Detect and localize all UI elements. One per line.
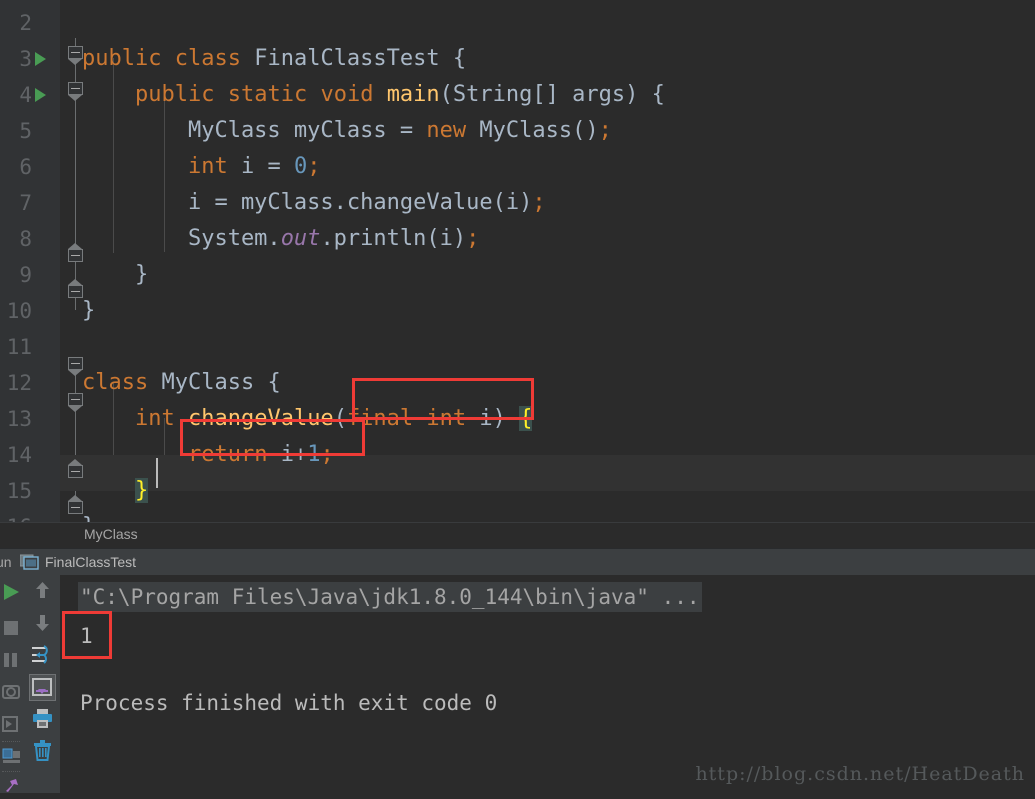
line-number-5: 5 — [19, 119, 32, 143]
code-line-15[interactable]: } — [82, 473, 149, 509]
toolbar-divider-2 — [2, 771, 20, 772]
run-tab-finalclasstest[interactable]: FinalClassTest — [45, 554, 136, 570]
fold-spine-main — [75, 38, 76, 310]
trash-icon[interactable] — [32, 740, 53, 765]
code-line-7[interactable]: i = myClass.changeValue(i); — [82, 185, 546, 221]
pin-icon[interactable] — [2, 777, 22, 799]
print-icon[interactable] — [32, 708, 53, 733]
soft-wrap-icon[interactable] — [31, 644, 54, 669]
line-number-12: 12 — [6, 371, 32, 395]
return-statement-box — [180, 419, 365, 456]
line-number-8: 8 — [19, 227, 32, 251]
line-number-10: 10 — [6, 299, 32, 323]
code-line-6[interactable]: int i = 0; — [82, 149, 320, 185]
final-int-param-box — [352, 378, 534, 420]
line-number-16: 16 — [0, 509, 32, 522]
code-line-12[interactable]: class MyClass { — [82, 365, 281, 401]
line-number-3: 3 — [19, 47, 32, 71]
fold-marker-line10[interactable] — [68, 279, 83, 298]
code-line-3[interactable]: public class FinalClassTest { — [82, 41, 466, 77]
line-number-6: 6 — [19, 155, 32, 179]
fold-marker-line16[interactable] — [68, 495, 83, 514]
run-toolwindow-label: un — [0, 554, 12, 570]
line-number-11: 11 — [6, 335, 32, 359]
stop-icon[interactable] — [2, 619, 22, 641]
console-command-line: "C:\Program Files\Java\jdk1.8.0_144\bin\… — [78, 582, 702, 612]
gutter-divider — [60, 0, 63, 522]
rerun-icon[interactable] — [2, 583, 22, 605]
fold-marker-line12[interactable] — [68, 357, 83, 376]
resume-icon[interactable] — [2, 715, 22, 737]
run-gutter-icon-line-4[interactable] — [35, 88, 46, 102]
line-number-7: 7 — [19, 191, 32, 215]
scroll-to-end-icon[interactable] — [29, 674, 56, 701]
fold-marker-line15[interactable] — [68, 459, 83, 478]
code-editor[interactable]: 2 3 public class FinalClassTest { 4 public … — [0, 0, 1035, 522]
pause-icon[interactable] — [2, 651, 22, 673]
run-actions-toolbar[interactable] — [0, 575, 25, 793]
code-line-5[interactable]: MyClass myClass = new MyClass(); — [82, 113, 612, 149]
breadcrumb-bar[interactable]: MyClass — [0, 522, 1035, 549]
code-line-9[interactable]: } — [82, 257, 148, 293]
dump-threads-icon[interactable] — [2, 683, 22, 705]
console-exit-message: Process finished with exit code 0 — [80, 691, 498, 715]
text-caret — [156, 458, 158, 488]
console-toolbar[interactable] — [25, 575, 61, 793]
program-output-box — [62, 611, 112, 659]
settings-icon[interactable] — [2, 747, 22, 769]
fold-marker-line13[interactable] — [68, 393, 83, 412]
down-arrow-icon[interactable] — [32, 612, 53, 637]
run-toolwindow-header[interactable]: un FinalClassTest — [0, 548, 1035, 576]
blog-watermark: http://blog.csdn.net/HeatDeath — [695, 763, 1025, 785]
line-number-14: 14 — [6, 443, 32, 467]
line-number-15: 15 — [6, 479, 32, 503]
code-line-4[interactable]: public static void main(String[] args) { — [82, 77, 665, 113]
console-icon — [19, 554, 39, 570]
fold-marker-line3[interactable] — [68, 46, 83, 65]
console-output[interactable]: "C:\Program Files\Java\jdk1.8.0_144\bin\… — [60, 575, 1035, 793]
code-line-10[interactable]: } — [82, 293, 95, 329]
line-number-9: 9 — [19, 263, 32, 287]
line-number-4: 4 — [19, 83, 32, 107]
fold-marker-line9[interactable] — [68, 243, 83, 262]
toolbar-divider-1 — [2, 741, 20, 742]
run-gutter-icon-line-3[interactable] — [35, 52, 46, 66]
breadcrumb-item-myclass[interactable]: MyClass — [84, 526, 138, 542]
line-number-2: 2 — [19, 11, 32, 35]
code-line-8[interactable]: System.out.println(i); — [82, 221, 479, 257]
line-number-13: 13 — [6, 407, 32, 431]
up-arrow-icon[interactable] — [32, 580, 53, 605]
code-line-16[interactable]: } — [82, 509, 95, 522]
fold-marker-line4[interactable] — [68, 82, 83, 101]
